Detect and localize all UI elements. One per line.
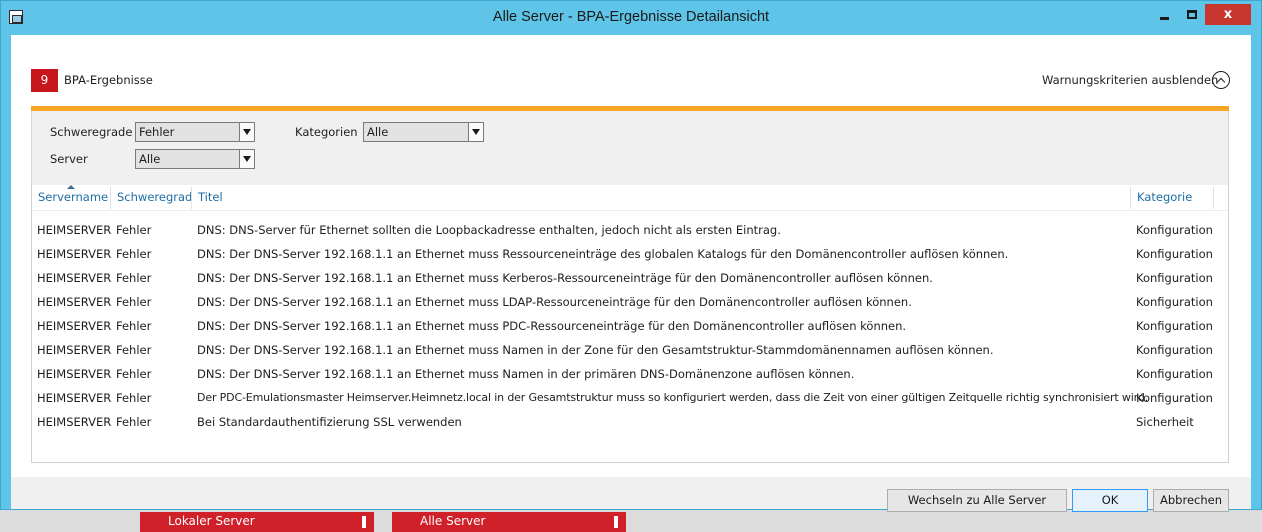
cell-servername: HEIMSERVER — [37, 343, 112, 357]
filter-panel: Schweregrade Fehler Kategorien Alle Serv… — [31, 111, 1229, 185]
cell-category: Konfiguration — [1136, 295, 1213, 309]
close-button[interactable]: x — [1205, 4, 1251, 25]
cancel-button[interactable]: Abbrechen — [1153, 489, 1229, 512]
column-header-servername[interactable]: Servername — [32, 185, 111, 211]
cell-servername: HEIMSERVER — [37, 247, 112, 261]
cell-category: Konfiguration — [1136, 343, 1213, 357]
cell-category: Konfiguration — [1136, 319, 1213, 333]
taskbar-item-all-servers-label: Alle Server — [420, 514, 486, 528]
severity-dropdown[interactable]: Fehler — [135, 122, 255, 142]
category-filter-label: Kategorien — [295, 125, 358, 139]
cell-title: DNS: Der DNS-Server 192.168.1.1 an Ether… — [197, 319, 907, 333]
cell-servername: HEIMSERVER — [37, 415, 112, 429]
table-row[interactable]: HEIMSERVER Fehler DNS: Der DNS-Server 19… — [32, 338, 1228, 362]
server-dropdown[interactable]: Alle — [135, 149, 255, 169]
cell-category: Konfiguration — [1136, 247, 1213, 261]
cell-servername: HEIMSERVER — [37, 391, 112, 405]
dropdown-arrow-icon[interactable] — [239, 150, 254, 168]
cell-severity: Fehler — [116, 295, 152, 309]
cell-severity: Fehler — [116, 319, 152, 333]
switch-to-all-servers-button[interactable]: Wechseln zu Alle Server — [887, 489, 1067, 512]
server-filter-label: Server — [50, 152, 88, 166]
maximize-button[interactable] — [1178, 4, 1205, 25]
cell-servername: HEIMSERVER — [37, 223, 112, 237]
window-title: Alle Server - BPA-Ergebnisse Detailansic… — [492, 9, 770, 25]
dropdown-arrow-icon[interactable] — [239, 123, 254, 141]
taskbar-item-all-servers[interactable]: Alle Server — [392, 512, 626, 532]
table-row[interactable]: HEIMSERVER Fehler Bei Standardauthentifi… — [32, 410, 1228, 434]
column-divider[interactable] — [1213, 187, 1214, 209]
table-row[interactable]: HEIMSERVER Fehler DNS: Der DNS-Server 19… — [32, 266, 1228, 290]
table-row[interactable]: HEIMSERVER Fehler Der PDC-Emulationsmast… — [32, 386, 1228, 410]
table-row[interactable]: HEIMSERVER Fehler DNS: Der DNS-Server 19… — [32, 314, 1228, 338]
collapse-chevron-up-icon[interactable] — [1212, 71, 1230, 89]
hide-criteria-link[interactable]: Warnungskriterien ausblenden — [1042, 73, 1218, 87]
table-row[interactable]: HEIMSERVER Fehler DNS: Der DNS-Server 19… — [32, 290, 1228, 314]
cell-servername: HEIMSERVER — [37, 271, 112, 285]
cell-severity: Fehler — [116, 415, 152, 429]
close-icon: x — [1223, 7, 1233, 22]
severity-filter-label: Schweregrade — [50, 125, 133, 139]
cell-servername: HEIMSERVER — [37, 319, 112, 333]
table-row[interactable]: HEIMSERVER Fehler DNS: Der DNS-Server 19… — [32, 362, 1228, 386]
cell-title: DNS: Der DNS-Server 192.168.1.1 an Ether… — [197, 247, 1009, 261]
cell-category: Konfiguration — [1136, 391, 1213, 405]
taskbar-item-marker — [362, 516, 366, 528]
taskbar-item-marker — [614, 516, 618, 528]
cell-title: Bei Standardauthentifizierung SSL verwen… — [197, 415, 462, 429]
cell-severity: Fehler — [116, 247, 152, 261]
title-bar[interactable]: Alle Server - BPA-Ergebnisse Detailansic… — [1, 1, 1261, 35]
cell-severity: Fehler — [116, 367, 152, 381]
ok-button[interactable]: OK — [1072, 489, 1148, 512]
cell-severity: Fehler — [116, 271, 152, 285]
cell-title: DNS: DNS-Server für Ethernet sollten die… — [197, 223, 781, 237]
dialog-body: 9 BPA-Ergebnisse Warnungskriterien ausbl… — [11, 35, 1251, 477]
cell-servername: HEIMSERVER — [37, 295, 112, 309]
column-header-severity[interactable]: Schweregrad — [111, 185, 192, 211]
maximize-icon — [1186, 10, 1197, 19]
column-header-title[interactable]: Titel — [192, 185, 1130, 211]
results-label: BPA-Ergebnisse — [64, 73, 153, 87]
taskbar-item-local-server[interactable]: Lokaler Server — [140, 512, 374, 532]
cell-title: DNS: Der DNS-Server 192.168.1.1 an Ether… — [197, 343, 994, 357]
table-header: Servername Schweregrad Titel Kategorie — [32, 185, 1228, 211]
dropdown-arrow-icon[interactable] — [468, 123, 483, 141]
cell-title: DNS: Der DNS-Server 192.168.1.1 an Ether… — [197, 367, 855, 381]
column-header-category[interactable]: Kategorie — [1131, 185, 1213, 211]
cell-category: Konfiguration — [1136, 271, 1213, 285]
results-table: Servername Schweregrad Titel Kategorie H… — [31, 185, 1229, 463]
cell-title: DNS: Der DNS-Server 192.168.1.1 an Ether… — [197, 271, 933, 285]
cell-category: Konfiguration — [1136, 367, 1213, 381]
category-dropdown[interactable]: Alle — [363, 122, 484, 142]
cell-servername: HEIMSERVER — [37, 367, 112, 381]
minimize-button[interactable] — [1151, 4, 1178, 25]
cell-title: Der PDC-Emulationsmaster Heimserver.Heim… — [197, 391, 1149, 404]
category-dropdown-value: Alle — [367, 125, 389, 139]
server-dropdown-value: Alle — [139, 152, 161, 166]
cell-title: DNS: Der DNS-Server 192.168.1.1 an Ether… — [197, 295, 912, 309]
cell-severity: Fehler — [116, 223, 152, 237]
cell-category: Konfiguration — [1136, 223, 1213, 237]
result-count-badge: 9 — [31, 69, 58, 92]
table-row[interactable]: HEIMSERVER Fehler DNS: DNS-Server für Et… — [32, 218, 1228, 242]
cell-severity: Fehler — [116, 343, 152, 357]
severity-dropdown-value: Fehler — [139, 125, 175, 139]
minimize-icon — [1160, 17, 1169, 20]
cell-severity: Fehler — [116, 391, 152, 405]
table-body: HEIMSERVER Fehler DNS: DNS-Server für Et… — [32, 218, 1228, 434]
cell-category: Sicherheit — [1136, 415, 1194, 429]
taskbar-item-local-server-label: Lokaler Server — [168, 514, 255, 528]
table-row[interactable]: HEIMSERVER Fehler DNS: Der DNS-Server 19… — [32, 242, 1228, 266]
bpa-details-window: Alle Server - BPA-Ergebnisse Detailansic… — [0, 0, 1262, 510]
